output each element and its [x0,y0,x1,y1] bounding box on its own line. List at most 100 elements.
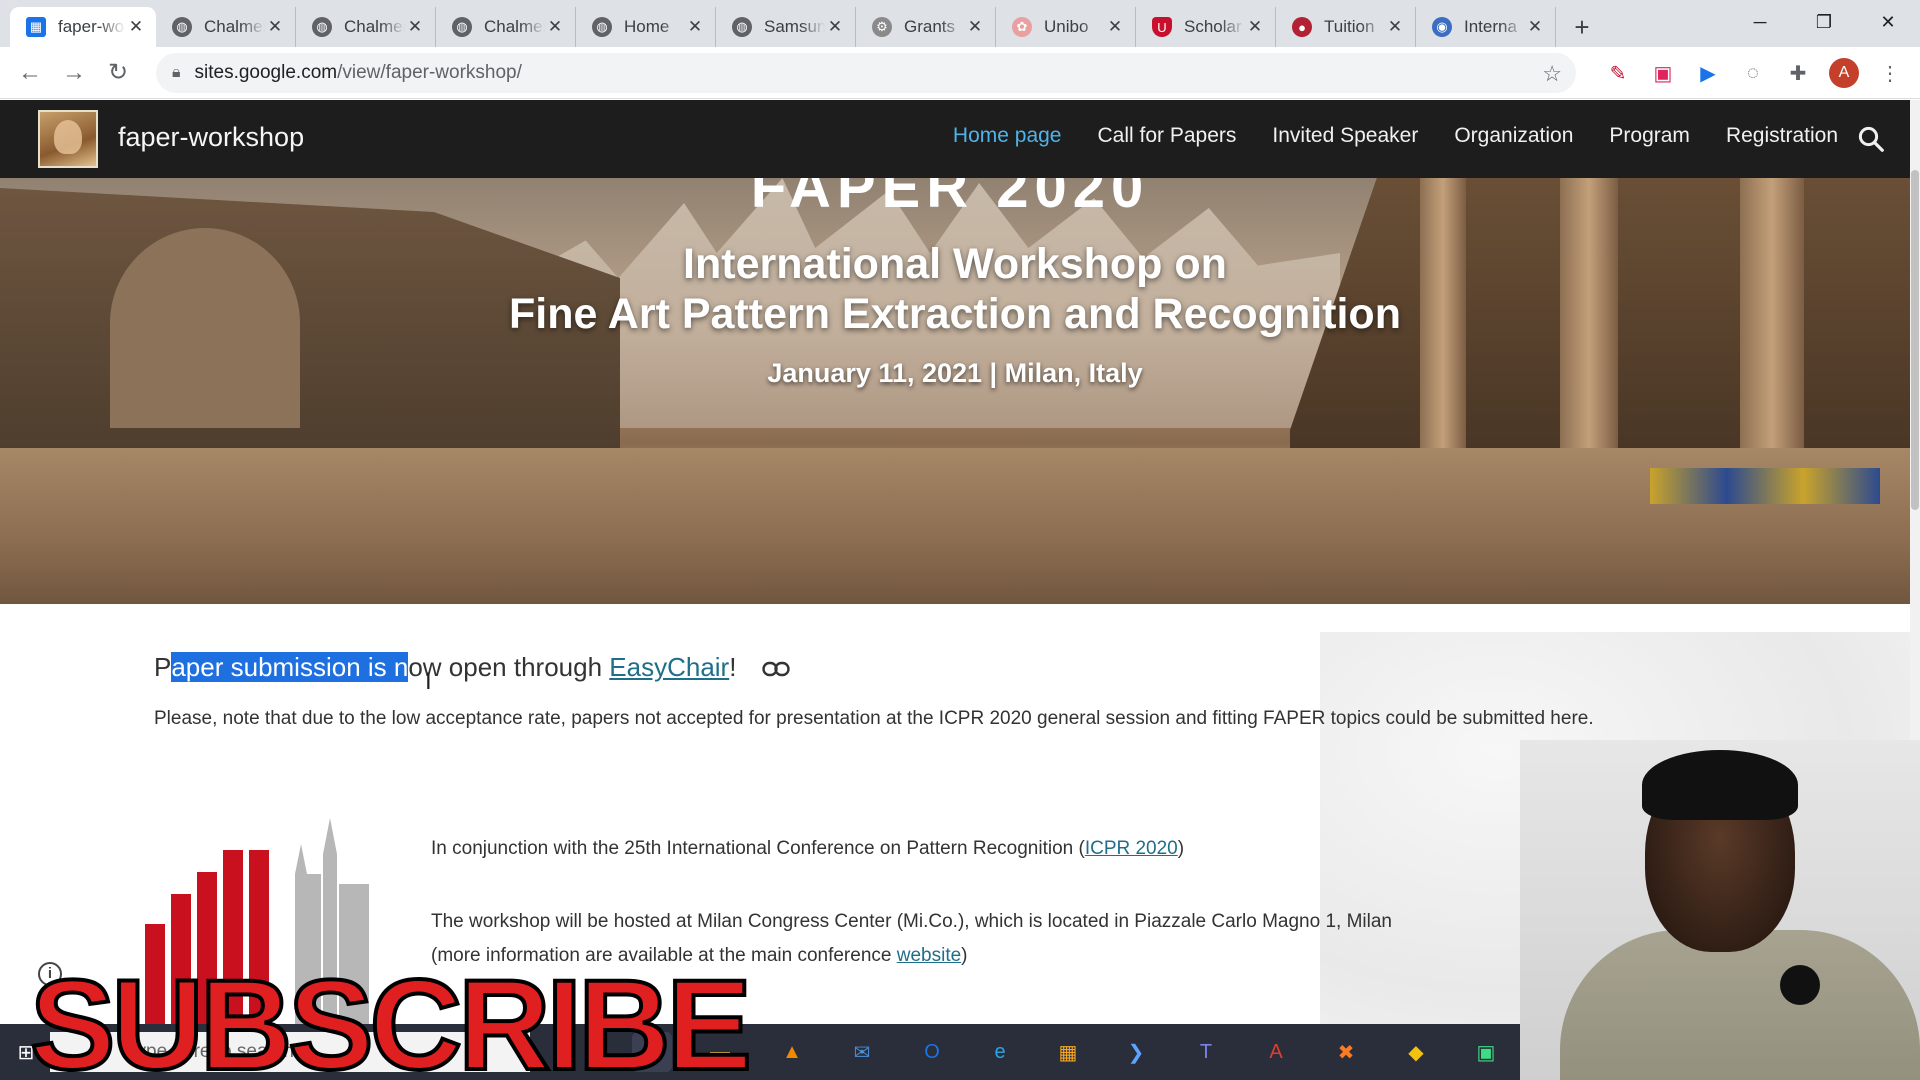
selected-text: aper submission is n [171,652,409,682]
hero-title-line1: International Workshop on [683,240,1227,288]
outlook-icon[interactable]: O [912,1032,952,1072]
icpr-2020-link[interactable]: ICPR 2020 [1085,838,1178,859]
menu-kebab-icon[interactable]: ⋮ [1872,55,1908,91]
tab-strip: ▦ faper-workshop ✕ ◍ Chalmers ✕ ◍ Chalme… [0,0,1920,47]
restore-button[interactable]: ❐ [1792,0,1856,44]
tab-chalmers-2[interactable]: ◍ Chalmers ✕ [296,7,436,47]
nav-invited-speaker[interactable]: Invited Speaker [1272,124,1418,148]
acrobat-extension-icon[interactable]: ✎ [1600,55,1636,91]
nav-program[interactable]: Program [1609,124,1690,148]
hero-date: January 11, 2021 | Milan, Italy [767,358,1143,388]
android-icon[interactable]: ▣ [1466,1032,1506,1072]
grammarly-extension-icon[interactable]: ◌ [1735,55,1771,91]
subscribe-overlay: SUBSCRIBE [28,954,754,1080]
nav-call-for-papers[interactable]: Call for Papers [1098,124,1237,148]
xampp-icon[interactable]: ✖ [1326,1032,1366,1072]
nav-registration[interactable]: Registration [1726,124,1838,148]
close-tab-icon[interactable]: ✕ [685,17,705,37]
close-tab-icon[interactable]: ✕ [965,17,985,37]
presenter-body [1560,930,1920,1080]
tab-chalmers-3[interactable]: ◍ Chalmers ✕ [436,7,576,47]
tab-scholar[interactable]: U Scholar ✕ [1136,7,1276,47]
link-icon[interactable] [761,660,790,678]
site-title[interactable]: faper-workshop [118,122,304,153]
tab-tuition[interactable]: ● Tuition ✕ [1276,7,1416,47]
conjunction-end: ) [1177,838,1185,859]
screen: ▦ faper-workshop ✕ ◍ Chalmers ✕ ◍ Chalme… [0,0,1920,1080]
tab-grants[interactable]: ⚙ Grants ✕ [856,7,996,47]
mail-icon[interactable]: ✉ [842,1032,882,1072]
teams-icon[interactable]: T [1186,1032,1226,1072]
tab-label: Home [624,17,670,36]
play-extension-icon[interactable]: ▶ [1690,55,1726,91]
vlc-icon[interactable]: ▲ [772,1032,812,1072]
profile-avatar[interactable]: A [1826,55,1862,91]
close-window-button[interactable]: ✕ [1856,0,1920,44]
tab-unibo[interactable]: ✿ Unibo ✕ [996,7,1136,47]
tab-faper-workshop[interactable]: ▦ faper-workshop ✕ [10,7,156,47]
crest-icon: ● [1292,17,1312,37]
powershell-icon[interactable]: ❯ [1116,1032,1156,1072]
easychair-link[interactable]: EasyChair [609,652,729,682]
pocket-extension-icon[interactable]: ▣ [1645,55,1681,91]
url-host: sites.google.com [194,62,338,83]
tab-label: Chalmers [484,17,545,36]
headline-first: P [154,652,172,682]
avatar: A [1829,58,1859,88]
scrollbar-thumb[interactable] [1911,170,1919,510]
tab-label: Interna [1464,17,1517,36]
reload-button[interactable]: ↻ [96,51,140,95]
bookmark-star-icon[interactable]: ☆ [1542,61,1562,87]
close-tab-icon[interactable]: ✕ [825,17,845,37]
submission-note: Please, note that due to the low accepta… [154,708,1594,729]
text-cursor-icon: I [425,668,432,695]
close-tab-icon[interactable]: ✕ [405,17,425,37]
close-tab-icon[interactable]: ✕ [1525,17,1545,37]
globe-icon: ◍ [172,17,192,37]
git-icon[interactable]: ◆ [1396,1032,1436,1072]
tab-label: Unibo [1044,17,1089,36]
conjunction-prefix: In conjunction with the 25th Internation… [431,838,1085,859]
site-logo[interactable] [38,110,98,168]
close-tab-icon[interactable]: ✕ [1385,17,1405,37]
close-tab-icon[interactable]: ✕ [126,17,146,37]
edge-icon[interactable]: e [980,1032,1020,1072]
tab-international[interactable]: ◉ Interna ✕ [1416,7,1556,47]
minimize-button[interactable]: ─ [1728,0,1792,44]
tab-label: Tuition [1324,17,1375,36]
close-tab-icon[interactable]: ✕ [545,17,565,37]
venue-text: The workshop will be hosted at Milan Con… [431,911,1392,932]
hero-title-line2: Fine Art Pattern Extraction and Recognit… [509,290,1401,338]
nav-organization[interactable]: Organization [1454,124,1573,148]
tab-label: Samsung [764,17,825,36]
tab-label: Chalmers [344,17,405,36]
tab-label: Grants [904,17,956,36]
site-nav: Home page Call for Papers Invited Speake… [953,124,1838,148]
globe-icon: ◍ [592,17,612,37]
back-button[interactable]: ← [8,51,52,95]
close-tab-icon[interactable]: ✕ [1105,17,1125,37]
close-tab-icon[interactable]: ✕ [1245,17,1265,37]
headline-rest: ow open through [408,652,610,682]
extensions-puzzle-icon[interactable]: ✚ [1780,55,1816,91]
unibo-icon: ✿ [1012,17,1032,37]
nav-home-page[interactable]: Home page [953,124,1062,148]
acrobat-icon[interactable]: A [1256,1032,1296,1072]
forward-button[interactable]: → [52,51,96,95]
new-tab-button[interactable]: + [1562,7,1602,47]
close-tab-icon[interactable]: ✕ [265,17,285,37]
tab-label: Chalmers [204,17,265,36]
address-bar[interactable]: 🔒︎ sites.google.com/view/faper-workshop/… [156,53,1576,93]
store-icon[interactable]: ▦ [1048,1032,1088,1072]
browser-toolbar: ← → ↻ 🔒︎ sites.google.com/view/faper-wor… [0,47,1920,99]
tab-samsung[interactable]: ◍ Samsung ✕ [716,7,856,47]
lock-icon: 🔒︎ [172,64,181,81]
window-controls: ─ ❐ ✕ [1728,0,1920,47]
shield-icon: U [1152,17,1172,37]
tab-home[interactable]: ◍ Home ✕ [576,7,716,47]
search-icon[interactable] [1856,124,1886,154]
website-link[interactable]: website [897,945,961,966]
presenter-hair [1642,750,1798,820]
webcam-overlay [1520,740,1920,1080]
tab-chalmers-1[interactable]: ◍ Chalmers ✕ [156,7,296,47]
